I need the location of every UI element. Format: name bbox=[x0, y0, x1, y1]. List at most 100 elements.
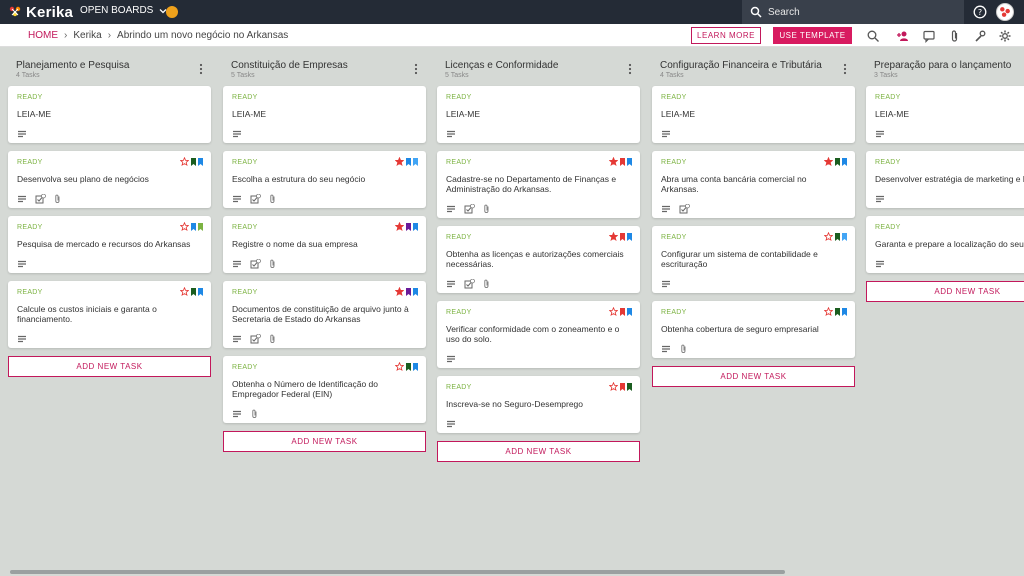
breadcrumb: HOME › Kerika › Abrindo um novo negócio … bbox=[28, 30, 288, 41]
card-flags bbox=[394, 218, 418, 236]
add-new-task-button[interactable]: ADD NEW TASK bbox=[8, 356, 211, 377]
search-bar[interactable]: Search bbox=[742, 0, 964, 24]
search-input[interactable]: Search bbox=[768, 7, 800, 18]
star-icon[interactable] bbox=[608, 153, 619, 171]
notification-badge-icon[interactable] bbox=[166, 6, 178, 18]
star-icon[interactable] bbox=[823, 303, 834, 321]
card-icons bbox=[661, 340, 846, 353]
tag-flag-icon bbox=[620, 153, 625, 171]
card-title: Desenvolver estratégia de marketing e b bbox=[875, 174, 1024, 184]
task-card[interactable]: READY Documentos de constituição de arqui… bbox=[223, 281, 426, 348]
star-icon[interactable] bbox=[394, 283, 405, 301]
column-title[interactable]: Configuração Financeira e Tributária bbox=[660, 60, 855, 71]
card-status: READY bbox=[232, 364, 258, 371]
search-icon[interactable] bbox=[866, 29, 880, 43]
breadcrumb-org[interactable]: Kerika bbox=[73, 30, 101, 41]
task-card[interactable]: READY LEIA-ME bbox=[8, 86, 211, 143]
star-icon[interactable] bbox=[394, 358, 405, 376]
task-card[interactable]: READY Configurar um sistema de contabilid… bbox=[652, 226, 855, 293]
task-card[interactable]: READY Desenvolva seu plano de negócios bbox=[8, 151, 211, 208]
column-menu-icon[interactable] bbox=[199, 62, 203, 75]
card-status: READY bbox=[446, 234, 472, 241]
task-card[interactable]: READY Inscreva-se no Seguro-Desemprego bbox=[437, 376, 640, 433]
description-icon bbox=[17, 331, 27, 342]
card-title: LEIA-ME bbox=[446, 109, 481, 119]
task-card[interactable]: READY Obtenha cobertura de seguro empresa… bbox=[652, 301, 855, 358]
star-icon[interactable] bbox=[608, 303, 619, 321]
tools-icon[interactable] bbox=[973, 29, 987, 43]
card-icons bbox=[232, 255, 417, 268]
card-flags bbox=[823, 303, 847, 321]
column-title[interactable]: Planejamento e Pesquisa bbox=[16, 60, 211, 71]
column-menu-icon[interactable] bbox=[628, 62, 632, 75]
card-title: Desenvolva seu plano de negócios bbox=[17, 174, 149, 184]
use-template-button[interactable]: USE TEMPLATE bbox=[773, 27, 852, 44]
star-icon[interactable] bbox=[608, 228, 619, 246]
add-new-task-button[interactable]: ADD NEW TASK bbox=[437, 441, 640, 462]
avatar[interactable] bbox=[996, 3, 1014, 21]
board-column: Constituição de Empresas 5 Tasks READY LEIA… bbox=[223, 60, 426, 452]
task-card[interactable]: READY Desenvolver estratégia de marketing… bbox=[866, 151, 1024, 208]
task-card[interactable]: READY Escolha a estrutura do seu negócio bbox=[223, 151, 426, 208]
card-title: LEIA-ME bbox=[17, 109, 52, 119]
tag-flag-icon bbox=[620, 228, 625, 246]
card-status: READY bbox=[232, 289, 258, 296]
kerika-logo[interactable]: Kerika bbox=[8, 3, 73, 21]
column-menu-icon[interactable] bbox=[414, 62, 418, 75]
add-new-task-button[interactable]: ADD NEW TASK bbox=[223, 431, 426, 452]
task-card[interactable]: READY LEIA-ME bbox=[866, 86, 1024, 143]
column-title[interactable]: Preparação para o lançamento bbox=[874, 60, 1024, 71]
description-icon bbox=[17, 191, 27, 202]
star-icon[interactable] bbox=[823, 153, 834, 171]
breadcrumb-home[interactable]: HOME bbox=[28, 30, 58, 41]
star-icon[interactable] bbox=[179, 153, 190, 171]
attach-icon[interactable] bbox=[948, 29, 962, 43]
task-card[interactable]: READY Obtenha as licenças e autorizações … bbox=[437, 226, 640, 293]
description-icon bbox=[232, 406, 242, 417]
star-icon[interactable] bbox=[394, 153, 405, 171]
add-new-task-button[interactable]: ADD NEW TASK bbox=[652, 366, 855, 387]
task-card[interactable]: READY Calcule os custos iniciais e garant… bbox=[8, 281, 211, 348]
task-card[interactable]: READY Obtenha o Número de Identificação d… bbox=[223, 356, 426, 423]
star-icon[interactable] bbox=[823, 228, 834, 246]
task-card[interactable]: READY Verificar conformidade com o zoneam… bbox=[437, 301, 640, 368]
task-card[interactable]: READY Cadastre-se no Departamento de Fina… bbox=[437, 151, 640, 218]
task-card[interactable]: READY Garanta e prepare a localização do … bbox=[866, 216, 1024, 273]
add-new-task-button[interactable]: ADD NEW TASK bbox=[866, 281, 1024, 302]
task-card[interactable]: READY LEIA-ME bbox=[652, 86, 855, 143]
learn-more-button[interactable]: LEARN MORE bbox=[691, 27, 761, 44]
card-title: Abra uma conta bancária comercial no Ark… bbox=[661, 174, 807, 194]
task-card[interactable]: READY LEIA-ME bbox=[223, 86, 426, 143]
card-status: READY bbox=[232, 159, 258, 166]
column-task-count: 3 Tasks bbox=[874, 72, 898, 79]
horizontal-scrollbar[interactable] bbox=[10, 570, 785, 574]
star-icon[interactable] bbox=[179, 283, 190, 301]
card-title: Obtenha as licenças e autorizações comer… bbox=[446, 249, 624, 269]
card-icons bbox=[446, 350, 631, 362]
card-title: LEIA-ME bbox=[875, 109, 910, 119]
avatar-icon bbox=[1000, 7, 1010, 17]
card-title: Pesquisa de mercado e recursos do Arkans… bbox=[17, 239, 191, 249]
help-icon[interactable]: ? bbox=[973, 5, 987, 19]
gear-icon[interactable] bbox=[998, 29, 1012, 43]
star-icon[interactable] bbox=[608, 378, 619, 396]
task-card[interactable]: READY Pesquisa de mercado e recursos do A… bbox=[8, 216, 211, 273]
card-icons bbox=[232, 125, 417, 137]
task-card[interactable]: READY Registre o nome da sua empresa bbox=[223, 216, 426, 273]
task-card[interactable]: READY Abra uma conta bancária comercial n… bbox=[652, 151, 855, 218]
star-icon[interactable] bbox=[394, 218, 405, 236]
task-card[interactable]: READY LEIA-ME bbox=[437, 86, 640, 143]
star-icon[interactable] bbox=[179, 218, 190, 236]
add-user-icon[interactable] bbox=[896, 29, 910, 43]
open-boards-label: OPEN BOARDS bbox=[80, 5, 154, 16]
card-icons bbox=[875, 190, 1024, 202]
column-task-count: 4 Tasks bbox=[660, 72, 684, 79]
chat-icon[interactable] bbox=[922, 29, 936, 43]
column-title[interactable]: Licenças e Conformidade bbox=[445, 60, 640, 71]
open-boards-menu[interactable]: OPEN BOARDS bbox=[80, 5, 167, 16]
tag-flag-icon bbox=[198, 218, 203, 236]
card-icons bbox=[17, 125, 202, 137]
column-title[interactable]: Constituição de Empresas bbox=[231, 60, 426, 71]
search-icon bbox=[750, 6, 762, 18]
column-menu-icon[interactable] bbox=[843, 62, 847, 75]
